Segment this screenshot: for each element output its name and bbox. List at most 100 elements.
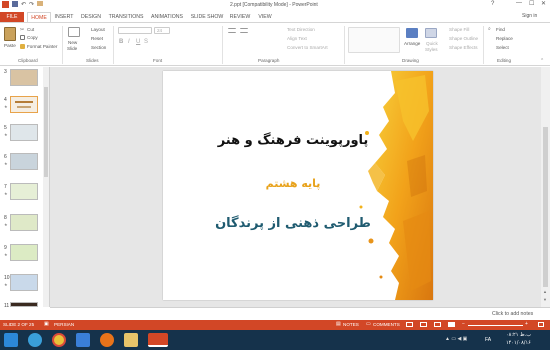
paste-icon[interactable]	[4, 27, 16, 41]
shape-outline-button[interactable]: Shape Outline	[449, 36, 478, 41]
start-from-beginning-icon[interactable]	[37, 1, 43, 6]
minimize-icon[interactable]: —	[516, 0, 522, 6]
shape-fill-button[interactable]: Shape Fill	[449, 27, 469, 32]
tab-design[interactable]: DESIGN	[79, 12, 103, 22]
notes-button[interactable]: NOTES	[343, 322, 359, 327]
align-text-button[interactable]: Align Text	[287, 36, 307, 41]
input-language[interactable]: FA	[485, 337, 491, 343]
transition-star-icon: ★	[4, 282, 8, 287]
tab-file[interactable]: FILE	[0, 12, 24, 22]
signin-link[interactable]: Sign in	[522, 13, 537, 19]
text-direction-button[interactable]: Text Direction	[287, 27, 315, 32]
slideshow-icon[interactable]	[448, 322, 455, 327]
reading-view-icon[interactable]	[434, 322, 441, 327]
select-button[interactable]: Select	[496, 45, 509, 50]
zoom-out-icon[interactable]: −	[462, 321, 465, 327]
thumbnail-slide-5[interactable]	[10, 124, 38, 141]
strikethrough-button[interactable]: S	[144, 39, 148, 45]
tab-view[interactable]: VIEW	[255, 12, 275, 22]
quick-styles-button[interactable]: Quick	[426, 41, 438, 46]
start-icon[interactable]	[4, 333, 18, 347]
paste-button[interactable]: Paste	[4, 43, 16, 48]
thumbnail-slide-11[interactable]	[10, 302, 38, 307]
shapes-gallery[interactable]	[348, 27, 400, 53]
thumbnail-number: 9	[4, 245, 7, 251]
layout-button[interactable]: Layout	[91, 27, 105, 32]
tab-animations[interactable]: ANIMATIONS	[149, 12, 185, 22]
media-player-icon[interactable]	[76, 333, 90, 347]
system-tray-icons[interactable]: ▲ ▭ ◀ ▣	[445, 336, 467, 342]
spellcheck-icon: ▣	[44, 321, 49, 327]
new-slide-button[interactable]: New	[68, 40, 77, 45]
maximize-icon[interactable]: ☐	[529, 0, 534, 7]
slide-sorter-icon[interactable]	[420, 322, 427, 327]
thumbnail-slide-3[interactable]	[10, 69, 38, 86]
tab-review[interactable]: REVIEW	[228, 12, 252, 22]
firefox-icon[interactable]	[100, 333, 114, 347]
thumbnail-slide-10[interactable]	[10, 274, 38, 291]
slide-body-text[interactable]: طراحی ذهنی از پرندگان	[193, 216, 393, 231]
arrange-button[interactable]: Arrange	[404, 41, 420, 46]
close-icon[interactable]: ✕	[541, 0, 546, 7]
thumbnail-number: 5	[4, 125, 7, 131]
taskbar-clock-date[interactable]: ۱۴۰۱/۰۸/۱۶	[506, 340, 531, 346]
find-button[interactable]: Find	[496, 27, 505, 32]
reset-button[interactable]: Reset	[91, 36, 103, 41]
taskbar-clock-time[interactable]: ۰۸:۲۱ ب.ظ	[506, 332, 531, 338]
notes-pane[interactable]: Click to add notes	[50, 307, 550, 320]
fit-slide-icon[interactable]	[538, 322, 544, 327]
thumbnail-number: 7	[4, 184, 7, 190]
thumbnail-number: 3	[4, 69, 7, 75]
slide-subtitle[interactable]: پایه هشتم	[193, 177, 393, 190]
collapse-ribbon-icon[interactable]: ⌃	[540, 58, 544, 64]
zoom-in-icon[interactable]: +	[525, 321, 528, 327]
quick-styles-icon[interactable]	[425, 28, 437, 38]
normal-view-icon[interactable]	[406, 322, 413, 327]
save-icon[interactable]	[12, 1, 18, 7]
slide-scrollbar[interactable]: ▲ ▼	[541, 67, 550, 307]
cut-button[interactable]: Cut	[27, 27, 34, 32]
telegram-icon[interactable]	[28, 333, 42, 347]
current-slide[interactable]: پاورپوینت فرهنگ و هنر پایه هشتم طراحی ذه…	[163, 71, 433, 300]
italic-button[interactable]: I	[128, 39, 130, 45]
numbering-icon[interactable]	[240, 28, 248, 33]
undo-icon[interactable]: ↶	[21, 1, 28, 8]
chrome-icon[interactable]	[52, 333, 66, 347]
new-slide-button-line2[interactable]: Slide	[67, 46, 77, 51]
arrange-icon[interactable]	[406, 28, 418, 38]
underline-button[interactable]: U	[136, 39, 140, 45]
thumbnail-slide-4[interactable]	[10, 96, 38, 113]
redo-icon[interactable]: ↷	[29, 1, 36, 8]
thumbnail-slide-9[interactable]	[10, 244, 38, 261]
language-indicator[interactable]: PERSIAN	[54, 322, 74, 327]
comments-button[interactable]: COMMENTS	[373, 322, 400, 327]
bold-button[interactable]: B	[119, 39, 123, 45]
thumbnail-slide-7[interactable]	[10, 183, 38, 200]
thumbnail-slide-6[interactable]	[10, 153, 38, 170]
shape-effects-button[interactable]: Shape Effects	[449, 45, 478, 50]
section-button[interactable]: Section	[91, 45, 106, 50]
notes-placeholder: Click to add notes	[492, 311, 534, 317]
format-painter-button[interactable]: Format Painter	[27, 44, 57, 49]
font-name-dropdown[interactable]	[118, 27, 152, 34]
ribbon: Paste ✂ Cut Copy Format Painter Clipboar…	[0, 22, 550, 66]
copy-button[interactable]: Copy	[27, 35, 38, 40]
slide-title[interactable]: پاورپوینت فرهنگ و هنر	[193, 133, 393, 148]
bullets-icon[interactable]	[228, 28, 236, 33]
tab-transitions[interactable]: TRANSITIONS	[107, 12, 145, 22]
thumbnail-slide-8[interactable]	[10, 214, 38, 231]
tab-home[interactable]: HOME	[27, 12, 51, 22]
replace-button[interactable]: Replace	[496, 36, 513, 41]
tab-slide-show[interactable]: SLIDE SHOW	[190, 12, 224, 22]
help-icon[interactable]: ?	[491, 1, 494, 7]
next-slide-icon[interactable]: ▼	[543, 297, 547, 302]
thumbnail-scrollbar[interactable]	[43, 67, 49, 307]
new-slide-icon[interactable]	[68, 27, 80, 37]
tab-insert[interactable]: INSERT	[53, 12, 75, 22]
powerpoint-taskbar-icon[interactable]	[148, 333, 168, 347]
file-explorer-icon[interactable]	[124, 333, 138, 347]
previous-slide-icon[interactable]: ▲	[543, 289, 547, 294]
zoom-slider[interactable]	[468, 325, 523, 326]
convert-smartart-button[interactable]: Convert to SmartArt	[287, 45, 328, 50]
quick-styles-button-line2[interactable]: Styles	[425, 47, 438, 52]
